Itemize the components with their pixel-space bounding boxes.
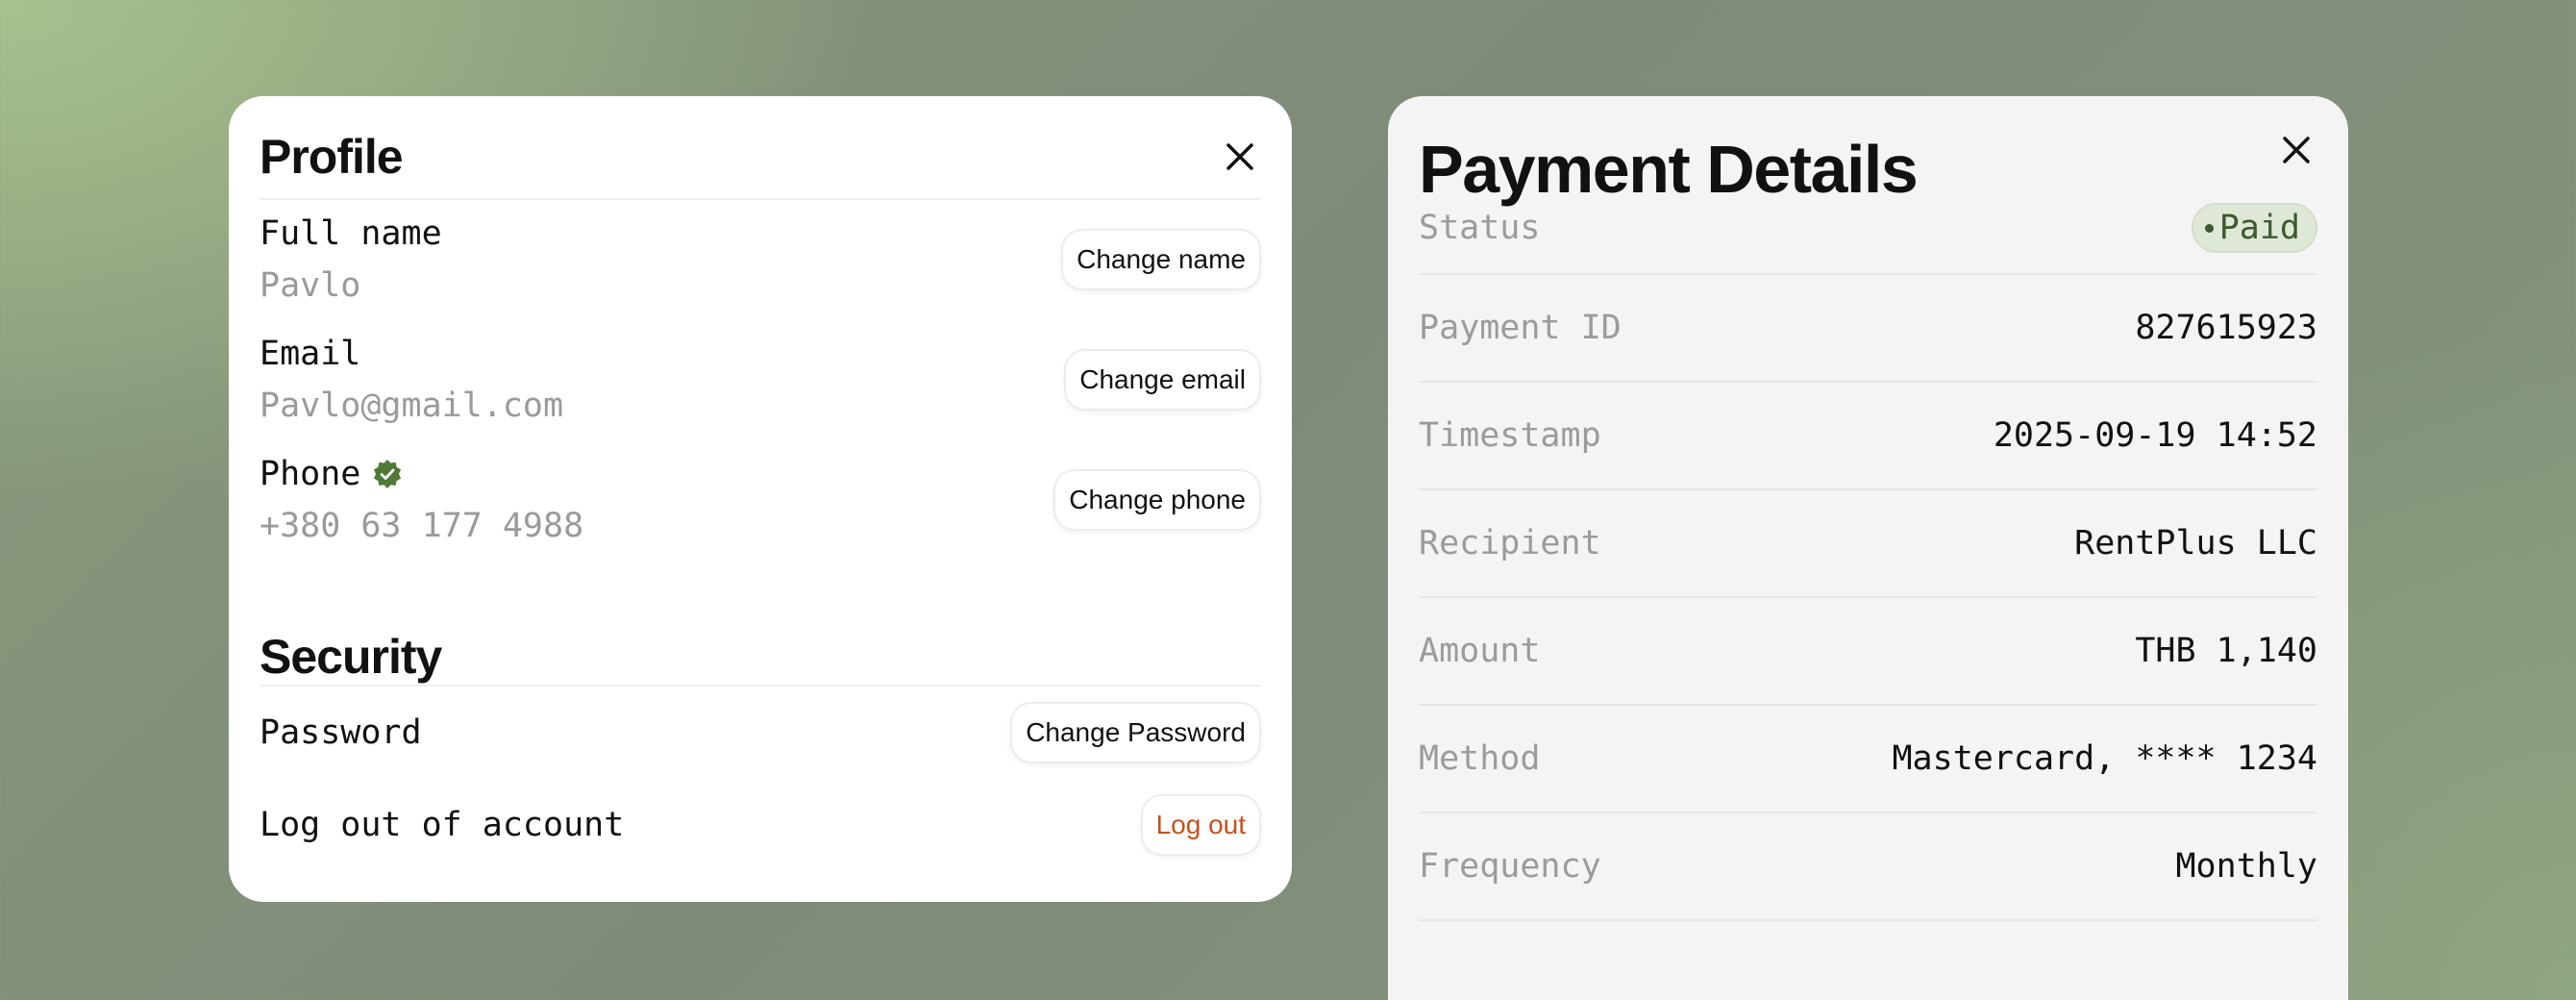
payment-title: Payment Details (1419, 132, 1919, 207)
frequency-row: Frequency Monthly (1419, 813, 2317, 921)
security-title: Security (260, 602, 1261, 687)
full-name-value: Pavlo (260, 266, 361, 305)
logout-label: Log out of account (260, 806, 625, 844)
close-icon (2283, 137, 2310, 163)
logout-button[interactable]: Log out (1140, 794, 1261, 856)
timestamp-row: Timestamp 2025-09-19 14:52 (1419, 383, 2317, 490)
status-label: Status (1419, 209, 1541, 247)
recipient-value: RentPlus LLC (2074, 524, 2317, 562)
email-label: Email (260, 334, 361, 373)
logout-row: Log out of account Log out (260, 779, 1261, 871)
full-name-label: Full name (260, 214, 442, 253)
profile-card: Profile Full name Pavlo Change name Emai… (229, 96, 1292, 902)
email-row: Email Pavlo@gmail.com Change email (260, 319, 1261, 439)
profile-title: Profile (260, 130, 404, 184)
method-value: Mastercard, **** 1234 (1892, 739, 2317, 778)
full-name-row: Full name Pavlo Change name (260, 200, 1261, 319)
profile-close-button[interactable] (1219, 136, 1261, 178)
change-name-button[interactable]: Change name (1061, 229, 1261, 290)
payment-id-label: Payment ID (1419, 309, 1622, 347)
payment-close-button[interactable] (2275, 129, 2317, 171)
amount-value: THB 1,140 (2135, 632, 2317, 670)
verified-badge-icon (374, 459, 402, 488)
timestamp-label: Timestamp (1419, 416, 1601, 455)
recipient-row: Recipient RentPlus LLC (1419, 490, 2317, 598)
method-label: Method (1419, 739, 1541, 778)
change-password-button[interactable]: Change Password (1010, 702, 1261, 763)
phone-row: Phone +380 63 177 4988 Change phone (260, 439, 1261, 560)
phone-label: Phone (260, 454, 361, 493)
payment-id-row: Payment ID 827615923 (1419, 275, 2317, 383)
profile-header: Profile (260, 96, 1261, 200)
password-row: Password Change Password (260, 687, 1261, 779)
change-phone-button[interactable]: Change phone (1053, 468, 1261, 531)
phone-label-wrap: Phone (260, 455, 583, 493)
email-value: Pavlo@gmail.com (260, 386, 564, 425)
change-email-button[interactable]: Change email (1064, 348, 1261, 411)
phone-value: +380 63 177 4988 (260, 506, 584, 545)
close-icon (1226, 143, 1253, 170)
recipient-label: Recipient (1419, 524, 1601, 562)
amount-row: Amount THB 1,140 (1419, 598, 2317, 706)
method-row: Method Mastercard, **** 1234 (1419, 706, 2317, 813)
payment-id-value: 827615923 (2135, 309, 2317, 347)
status-value: Paid (2218, 209, 2300, 247)
status-badge: Paid (2191, 203, 2317, 253)
frequency-label: Frequency (1419, 847, 1601, 886)
amount-label: Amount (1419, 632, 1541, 670)
frequency-value: Monthly (2175, 847, 2317, 886)
status-dot-icon (2204, 223, 2214, 233)
timestamp-value: 2025-09-19 14:52 (1993, 416, 2317, 455)
password-label: Password (260, 713, 422, 752)
payment-card: Payment Details Status Paid Payment ID 8… (1388, 96, 2348, 1000)
